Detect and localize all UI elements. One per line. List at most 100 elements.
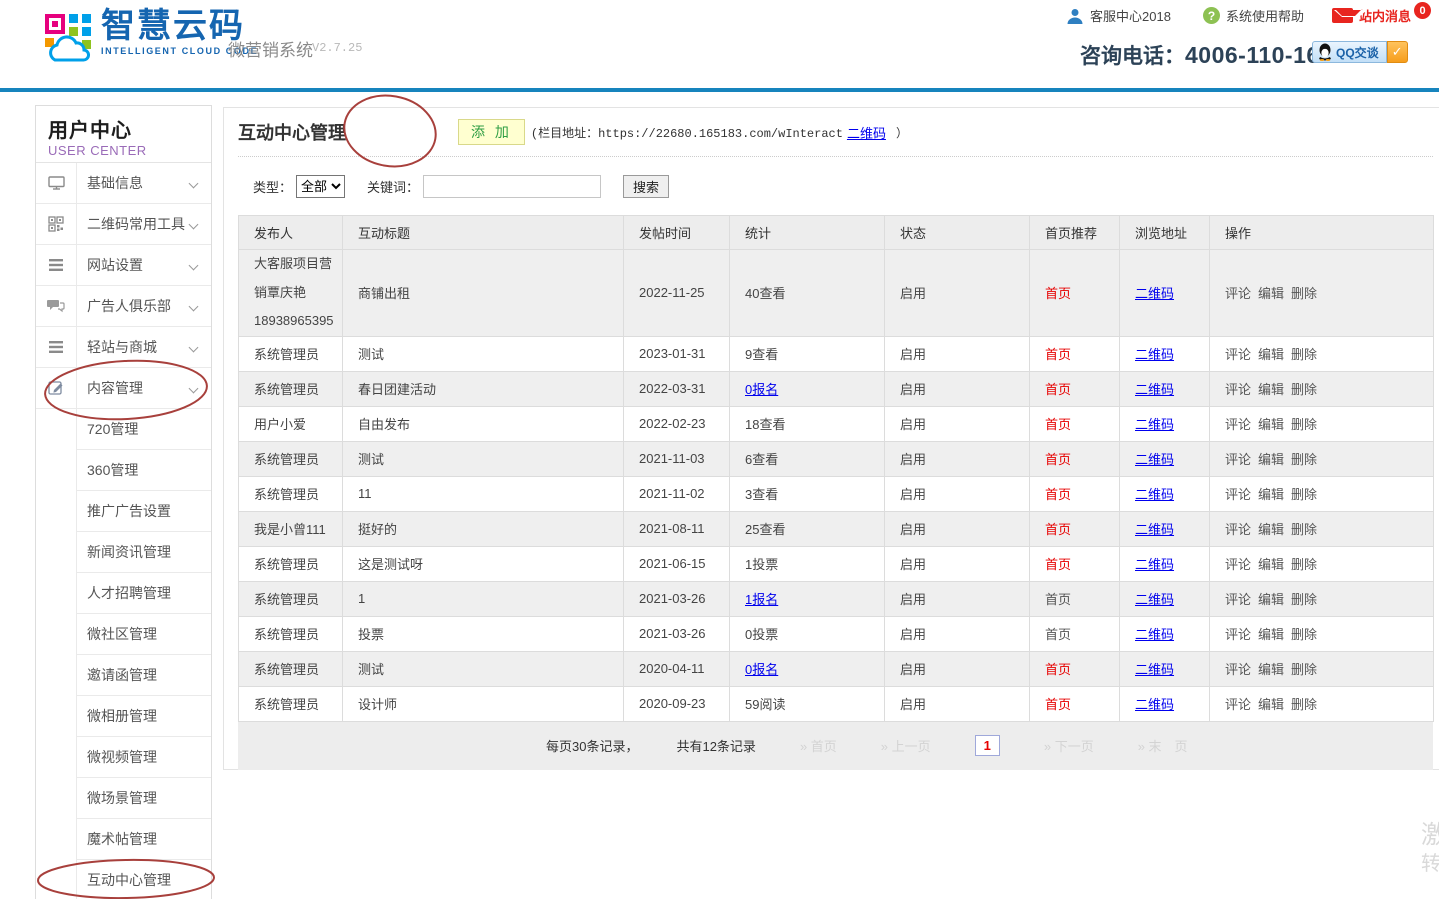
qrcode-link[interactable]: 二维码: [1135, 487, 1174, 502]
sidebar-subitem-720-management[interactable]: 720管理: [36, 409, 211, 450]
qrcode-link[interactable]: 二维码: [1135, 382, 1174, 397]
comment-link[interactable]: 评论: [1225, 347, 1251, 362]
home-recommend-link[interactable]: 首页: [1045, 592, 1071, 607]
qrcode-link[interactable]: 二维码: [1135, 452, 1174, 467]
home-recommend-link[interactable]: 首页: [1045, 487, 1071, 502]
edit-link[interactable]: 编辑: [1258, 627, 1284, 642]
comment-link[interactable]: 评论: [1225, 382, 1251, 397]
edit-link[interactable]: 编辑: [1258, 452, 1284, 467]
edit-link[interactable]: 编辑: [1258, 347, 1284, 362]
sidebar-subitem-recruitment-management[interactable]: 人才招聘管理: [36, 573, 211, 614]
post-date-cell: 2021-11-02: [639, 486, 705, 501]
comment-link[interactable]: 评论: [1225, 697, 1251, 712]
post-date-cell: 2021-11-03: [639, 451, 705, 466]
qrcode-link[interactable]: 二维码: [1135, 627, 1174, 642]
edit-link[interactable]: 编辑: [1258, 557, 1284, 572]
delete-link[interactable]: 删除: [1291, 627, 1317, 642]
qrcode-link[interactable]: 二维码: [1135, 347, 1174, 362]
first-page-link[interactable]: » 首页: [800, 736, 837, 755]
stat-cell[interactable]: 0报名: [745, 662, 778, 677]
add-button[interactable]: 添 加: [458, 119, 525, 145]
home-recommend-link[interactable]: 首页: [1045, 697, 1071, 712]
sidebar-subitem-micro-album-management[interactable]: 微相册管理: [36, 696, 211, 737]
type-select[interactable]: 全部: [296, 175, 345, 198]
home-recommend-link[interactable]: 首页: [1045, 627, 1071, 642]
service-center-link[interactable]: 客服中心2018: [1066, 6, 1171, 25]
stat-cell: 40查看: [745, 286, 785, 301]
sidebar-item-lite-site-mall[interactable]: 轻站与商城: [36, 327, 211, 368]
delete-link[interactable]: 删除: [1291, 697, 1317, 712]
home-recommend-link[interactable]: 首页: [1045, 417, 1071, 432]
delete-link[interactable]: 删除: [1291, 592, 1317, 607]
qrcode-link[interactable]: 二维码: [1135, 697, 1174, 712]
sidebar-subitem-micro-video-management[interactable]: 微视频管理: [36, 737, 211, 778]
edit-link[interactable]: 编辑: [1258, 662, 1284, 677]
edit-link[interactable]: 编辑: [1258, 286, 1284, 301]
home-recommend-link[interactable]: 首页: [1045, 382, 1071, 397]
stat-cell[interactable]: 1报名: [745, 592, 778, 607]
edit-link[interactable]: 编辑: [1258, 697, 1284, 712]
last-page-link[interactable]: » 末 页: [1138, 736, 1188, 755]
home-recommend-link[interactable]: 首页: [1045, 286, 1071, 301]
qrcode-link[interactable]: 二维码: [1135, 662, 1174, 677]
stat-cell: 18查看: [745, 417, 785, 432]
home-recommend-link[interactable]: 首页: [1045, 557, 1071, 572]
sidebar-item-site-settings[interactable]: 网站设置: [36, 245, 211, 286]
comment-link[interactable]: 评论: [1225, 417, 1251, 432]
sidebar-subitem-invitation-management[interactable]: 邀请函管理: [36, 655, 211, 696]
site-messages-link[interactable]: 站内消息: [1332, 6, 1411, 25]
delete-link[interactable]: 删除: [1291, 487, 1317, 502]
home-recommend-link[interactable]: 首页: [1045, 347, 1071, 362]
qrcode-link[interactable]: 二维码: [1135, 557, 1174, 572]
comment-link[interactable]: 评论: [1225, 286, 1251, 301]
comment-link[interactable]: 评论: [1225, 662, 1251, 677]
sidebar-subitem-micro-community-management[interactable]: 微社区管理: [36, 614, 211, 655]
delete-link[interactable]: 删除: [1291, 382, 1317, 397]
edit-link[interactable]: 编辑: [1258, 522, 1284, 537]
qrcode-link[interactable]: 二维码: [1135, 592, 1174, 607]
sidebar-subitem-promo-ad-settings[interactable]: 推广广告设置: [36, 491, 211, 532]
qrcode-link-header[interactable]: 二维码: [847, 123, 886, 142]
qrcode-link[interactable]: 二维码: [1135, 522, 1174, 537]
product-version: V2.7.25: [312, 41, 362, 55]
search-button[interactable]: 搜索: [623, 175, 669, 198]
comment-link[interactable]: 评论: [1225, 592, 1251, 607]
publisher-cell: 系统管理员: [254, 627, 319, 642]
sidebar-item-basic-info[interactable]: 基础信息: [36, 163, 211, 204]
next-page-link[interactable]: » 下一页: [1044, 736, 1094, 755]
delete-link[interactable]: 删除: [1291, 662, 1317, 677]
delete-link[interactable]: 删除: [1291, 522, 1317, 537]
sidebar-subitem-micro-scene-management[interactable]: 微场景管理: [36, 778, 211, 819]
sidebar-item-advertiser-club[interactable]: 广告人俱乐部: [36, 286, 211, 327]
comment-link[interactable]: 评论: [1225, 487, 1251, 502]
home-recommend-link[interactable]: 首页: [1045, 522, 1071, 537]
edit-link[interactable]: 编辑: [1258, 417, 1284, 432]
sidebar-subitem-news-management[interactable]: 新闻资讯管理: [36, 532, 211, 573]
qrcode-link[interactable]: 二维码: [1135, 417, 1174, 432]
keyword-input[interactable]: [423, 175, 601, 198]
prev-page-link[interactable]: » 上一页: [881, 736, 931, 755]
qq-chat-button[interactable]: QQ交谈 ✓: [1312, 41, 1408, 63]
sidebar-subitem-interaction-center-management[interactable]: 互动中心管理: [36, 860, 211, 899]
delete-link[interactable]: 删除: [1291, 557, 1317, 572]
sidebar-item-qrcode-tools[interactable]: 二维码常用工具: [36, 204, 211, 245]
home-recommend-link[interactable]: 首页: [1045, 662, 1071, 677]
qrcode-link[interactable]: 二维码: [1135, 286, 1174, 301]
delete-link[interactable]: 删除: [1291, 347, 1317, 362]
home-recommend-link[interactable]: 首页: [1045, 452, 1071, 467]
delete-link[interactable]: 删除: [1291, 286, 1317, 301]
comment-link[interactable]: 评论: [1225, 627, 1251, 642]
sidebar-item-content-management[interactable]: 内容管理: [36, 368, 211, 409]
delete-link[interactable]: 删除: [1291, 417, 1317, 432]
system-help-link[interactable]: ? 系统使用帮助: [1203, 6, 1304, 25]
sidebar-subitem-360-management[interactable]: 360管理: [36, 450, 211, 491]
edit-link[interactable]: 编辑: [1258, 592, 1284, 607]
comment-link[interactable]: 评论: [1225, 557, 1251, 572]
comment-link[interactable]: 评论: [1225, 522, 1251, 537]
edit-link[interactable]: 编辑: [1258, 487, 1284, 502]
edit-link[interactable]: 编辑: [1258, 382, 1284, 397]
delete-link[interactable]: 删除: [1291, 452, 1317, 467]
sidebar-subitem-magic-post-management[interactable]: 魔术帖管理: [36, 819, 211, 860]
stat-cell[interactable]: 0报名: [745, 382, 778, 397]
comment-link[interactable]: 评论: [1225, 452, 1251, 467]
